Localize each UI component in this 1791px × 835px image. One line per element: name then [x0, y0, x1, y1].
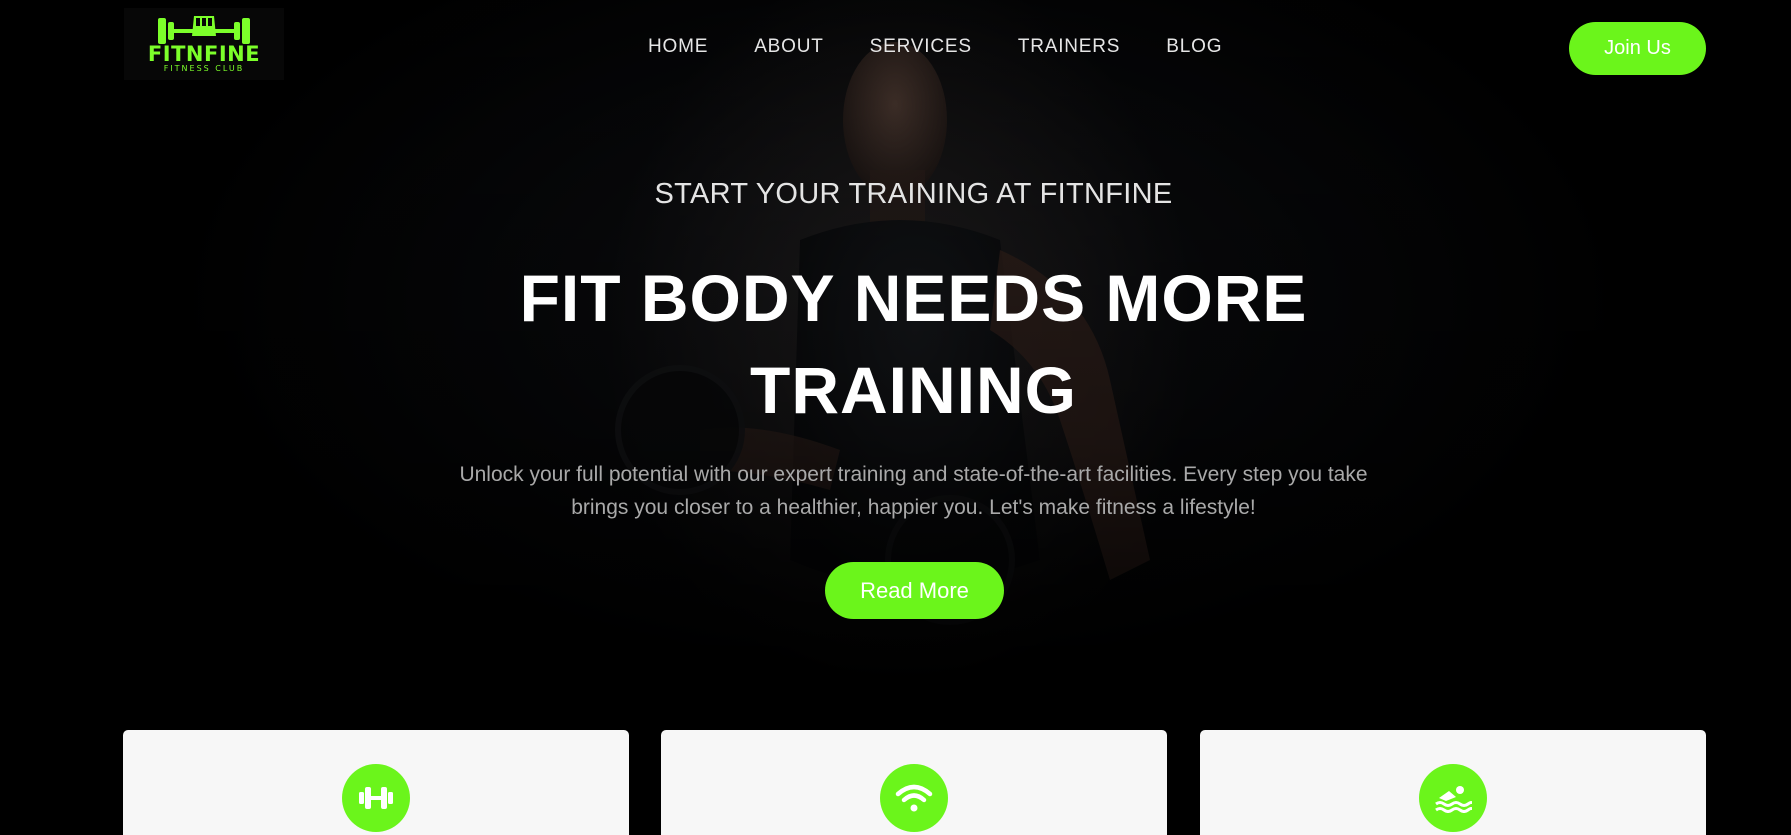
feature-card-gym[interactable]	[123, 730, 629, 835]
join-us-button[interactable]: Join Us	[1569, 22, 1706, 75]
nav-home[interactable]: HOME	[648, 36, 708, 58]
wifi-icon	[880, 764, 948, 832]
hero-title: FIT BODY NEEDS MORE TRAINING	[440, 252, 1387, 436]
feature-card-wifi[interactable]	[661, 730, 1167, 835]
nav-about[interactable]: ABOUT	[754, 36, 823, 58]
brand-tagline: FITNESS CLUB	[163, 64, 245, 73]
read-more-button[interactable]: Read More	[825, 562, 1004, 619]
main-nav: HOME ABOUT SERVICES TRAINERS BLOG	[648, 36, 1268, 58]
hero-eyebrow: START YOUR TRAINING AT FITNFINE	[654, 178, 1173, 210]
nav-services[interactable]: SERVICES	[870, 36, 972, 58]
nav-trainers[interactable]: TRAINERS	[1018, 36, 1120, 58]
nav-blog[interactable]: BLOG	[1166, 36, 1222, 58]
hero-title-line-1: FIT BODY NEEDS MORE	[519, 261, 1308, 335]
brand-name: FITNFINE	[147, 42, 261, 66]
hero-description: Unlock your full potential with our expe…	[459, 463, 1368, 519]
feature-card-swimming[interactable]	[1200, 730, 1706, 835]
hero-title-line-2: TRAINING	[750, 353, 1077, 427]
dumbbell-icon	[342, 764, 410, 832]
site-header: FITNFINE FITNESS CLUB HOME ABOUT SERVICE…	[0, 0, 1791, 96]
landing-page: FITNFINE FITNESS CLUB HOME ABOUT SERVICE…	[0, 0, 1791, 835]
brand-logo[interactable]: FITNFINE FITNESS CLUB	[124, 8, 284, 80]
swimming-icon	[1419, 764, 1487, 832]
